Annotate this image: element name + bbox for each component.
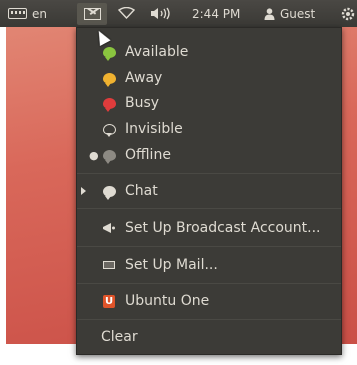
menu-item-ubuntu-one[interactable]: U Ubuntu One — [77, 290, 341, 312]
menu-item-offline[interactable]: ● Offline — [77, 144, 341, 166]
menu-separator — [77, 173, 341, 174]
user-name: Guest — [280, 6, 316, 21]
clock-time: 2:44 PM — [192, 6, 241, 21]
top-panel: en 2:44 PM Guest — [0, 0, 357, 27]
volume-icon — [151, 7, 170, 20]
menu-item-label: Away — [125, 70, 163, 86]
chat-icon — [101, 185, 117, 200]
menu-item-invisible[interactable]: Invisible — [77, 118, 341, 140]
sound-indicator[interactable] — [150, 0, 172, 27]
menu-item-label: Chat — [125, 183, 158, 199]
envelope-icon — [84, 7, 101, 20]
menu-item-label: Ubuntu One — [125, 293, 210, 309]
menu-item-label: Set Up Broadcast Account... — [125, 220, 321, 236]
ubuntu-one-icon: U — [103, 294, 115, 308]
away-status-icon — [101, 72, 117, 87]
menu-separator — [77, 319, 341, 320]
keyboard-icon — [8, 8, 27, 19]
menu-item-label: Clear — [101, 329, 138, 345]
menu-separator — [77, 246, 341, 247]
session-menu[interactable] — [340, 0, 356, 27]
menu-item-available[interactable]: Available — [77, 41, 341, 63]
offline-status-icon — [101, 149, 117, 164]
user-icon — [264, 7, 275, 20]
busy-status-icon — [101, 97, 117, 112]
submenu-arrow-icon — [81, 187, 86, 195]
menu-item-broadcast[interactable]: Set Up Broadcast Account... — [77, 217, 341, 239]
power-icon — [341, 7, 355, 20]
menu-separator — [77, 283, 341, 284]
menu-item-label: Invisible — [125, 121, 183, 137]
menu-item-label: Offline — [125, 147, 171, 163]
messaging-indicator[interactable] — [84, 0, 101, 27]
wifi-icon — [118, 7, 135, 20]
keyboard-layout-label: en — [32, 6, 47, 21]
available-status-icon — [101, 46, 117, 61]
menu-item-busy[interactable]: Busy — [77, 92, 341, 114]
menu-item-clear[interactable]: Clear — [77, 326, 341, 348]
menu-item-label: Set Up Mail... — [125, 257, 218, 273]
selected-bullet-icon: ● — [89, 148, 99, 162]
menu-separator — [77, 208, 341, 209]
invisible-status-icon — [101, 123, 117, 137]
menu-item-label: Available — [125, 44, 189, 60]
user-menu[interactable]: Guest — [264, 0, 315, 27]
clock[interactable]: 2:44 PM — [192, 0, 240, 27]
broadcast-icon — [101, 222, 117, 234]
mail-icon — [101, 261, 117, 269]
menu-item-mail[interactable]: Set Up Mail... — [77, 254, 341, 276]
messaging-menu: Available Away Busy Invisible ● Offline … — [76, 27, 342, 355]
menu-item-chat[interactable]: Chat — [77, 180, 341, 202]
menu-item-label: Busy — [125, 95, 160, 111]
keyboard-indicator[interactable]: en — [8, 0, 47, 27]
network-indicator[interactable] — [118, 0, 135, 27]
menu-item-away[interactable]: Away — [77, 67, 341, 89]
